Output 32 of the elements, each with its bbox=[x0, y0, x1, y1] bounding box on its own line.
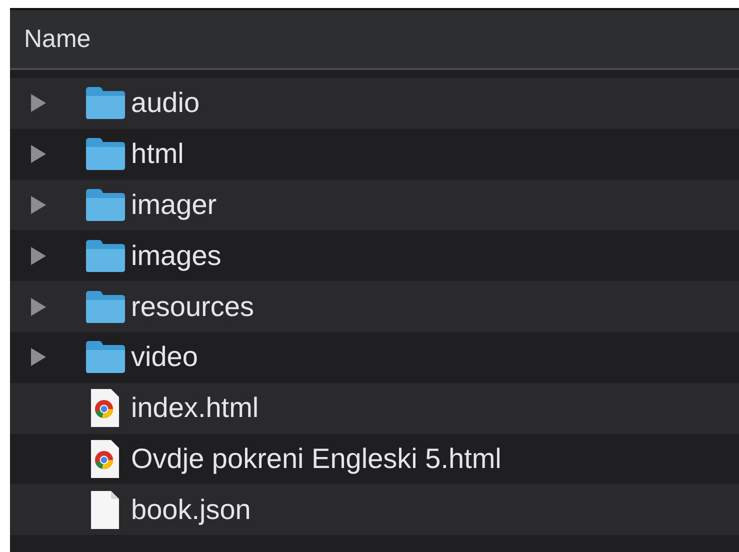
folder-icon bbox=[84, 240, 126, 272]
file-row[interactable]: imager bbox=[10, 180, 739, 230]
folder-icon bbox=[84, 87, 126, 120]
folder-icon bbox=[84, 341, 126, 374]
disclosure-triangle-icon[interactable] bbox=[30, 196, 46, 214]
file-name: images bbox=[131, 240, 222, 272]
file-name: imager bbox=[131, 188, 217, 221]
folder-icon bbox=[84, 188, 126, 221]
file-name: book.json bbox=[131, 494, 251, 526]
disclosure-triangle-icon[interactable] bbox=[30, 348, 46, 366]
file-row[interactable]: resources bbox=[10, 281, 739, 332]
disclosure-triangle-icon[interactable] bbox=[30, 94, 46, 112]
file-name: video bbox=[131, 341, 198, 374]
document-icon bbox=[90, 490, 120, 529]
web-document-icon bbox=[90, 389, 120, 428]
file-name: resources bbox=[131, 290, 254, 323]
folder-icon bbox=[84, 290, 126, 323]
file-name: html bbox=[131, 138, 184, 170]
disclosure-triangle-icon[interactable] bbox=[30, 298, 46, 316]
file-name: audio bbox=[131, 87, 200, 120]
file-row[interactable]: Ovdje pokreni Engleski 5.html bbox=[10, 434, 739, 484]
disclosure-triangle-icon[interactable] bbox=[30, 246, 46, 265]
column-header[interactable]: Name bbox=[10, 10, 739, 70]
disclosure-triangle-icon[interactable] bbox=[30, 145, 46, 164]
file-name: Ovdje pokreni Engleski 5.html bbox=[131, 442, 502, 475]
folder-icon bbox=[84, 138, 126, 170]
web-document-icon bbox=[90, 440, 120, 478]
column-title: Name bbox=[24, 24, 91, 54]
file-row[interactable]: audio bbox=[10, 78, 739, 129]
file-row[interactable]: index.html bbox=[10, 382, 739, 434]
file-row[interactable]: book.json bbox=[10, 484, 739, 536]
file-name: index.html bbox=[131, 392, 259, 424]
